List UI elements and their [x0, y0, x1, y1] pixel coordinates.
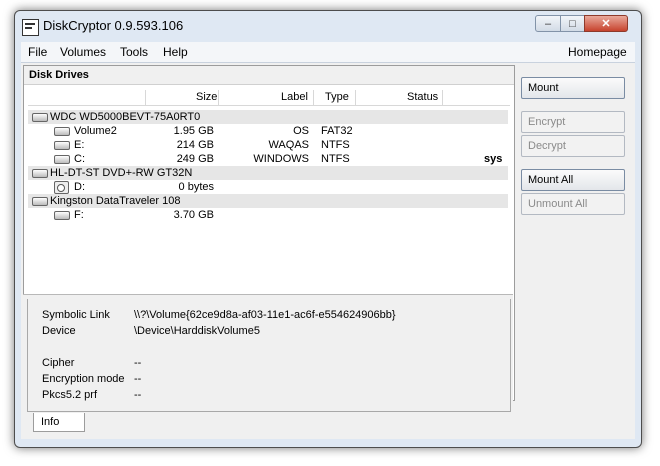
encrypt-button[interactable]: Encrypt — [521, 111, 625, 133]
row-name: D: — [74, 181, 85, 193]
cipher-value: -- — [134, 357, 142, 369]
column-status[interactable]: Status — [407, 91, 438, 103]
row-label: OS — [293, 125, 309, 137]
menu-help[interactable]: Help — [163, 45, 188, 59]
disk-drives-title: Disk Drives — [24, 66, 514, 85]
volume-row-e[interactable]: E: 214 GB WAQAS NTFS — [28, 138, 508, 152]
row-size: 249 GB — [176, 153, 214, 165]
row-size: 214 GB — [176, 139, 214, 151]
row-type: NTFS — [321, 139, 350, 151]
title-bar[interactable]: DiskCryptor 0.9.593.106 – □ ✕ — [15, 11, 641, 41]
hard-disk-icon — [32, 169, 48, 178]
row-status: sys — [484, 153, 503, 165]
cd-drive-icon — [54, 181, 69, 194]
hard-disk-icon — [54, 141, 70, 150]
row-name: E: — [74, 139, 85, 151]
hard-disk-icon — [54, 127, 70, 136]
info-box: Symbolic Link \\?\Volume{62ce9d8a-af03-1… — [27, 299, 511, 412]
volume-row-d[interactable]: D: 0 bytes — [28, 180, 508, 194]
pkcs-value: -- — [134, 389, 142, 401]
row-name: C: — [74, 153, 85, 165]
encryption-mode-label: Encryption mode — [42, 373, 125, 385]
menu-bar: File Volumes Tools Help Homepage — [21, 42, 635, 63]
column-label[interactable]: Label — [281, 91, 308, 103]
row-type: FAT32 — [321, 125, 353, 137]
menu-volumes[interactable]: Volumes — [60, 45, 106, 59]
volume-row-c[interactable]: C: 249 GB WINDOWS NTFS sys — [28, 152, 508, 166]
row-name: HL-DT-ST DVD+-RW GT32N — [50, 167, 193, 179]
menu-tools[interactable]: Tools — [120, 45, 148, 59]
maximize-button[interactable]: □ — [560, 15, 585, 32]
homepage-link[interactable]: Homepage — [568, 45, 627, 59]
cipher-label: Cipher — [42, 357, 75, 369]
decrypt-button[interactable]: Decrypt — [521, 135, 625, 157]
mount-all-button[interactable]: Mount All — [521, 169, 625, 191]
row-label: WINDOWS — [253, 153, 309, 165]
row-name: F: — [74, 209, 84, 221]
hard-disk-icon — [32, 113, 48, 122]
row-size: 1.95 GB — [173, 125, 214, 137]
pkcs-label: Pkcs5.2 prf — [42, 389, 98, 401]
device-label: Device — [42, 325, 76, 337]
row-label: WAQAS — [268, 139, 309, 151]
app-window: DiskCryptor 0.9.593.106 – □ ✕ File Volum… — [14, 10, 642, 448]
tab-info[interactable]: Info — [33, 413, 85, 432]
info-panel: Symbolic Link \\?\Volume{62ce9d8a-af03-1… — [23, 294, 513, 415]
drive-row-kingston[interactable]: Kingston DataTraveler 108 — [28, 194, 508, 208]
app-icon — [22, 19, 39, 36]
symbolic-link-label: Symbolic Link — [42, 309, 110, 321]
volume-row-f[interactable]: F: 3.70 GB — [28, 208, 508, 222]
hard-disk-icon — [32, 197, 48, 206]
drives-column-header: Size Label Type Status — [28, 90, 510, 106]
column-size[interactable]: Size — [196, 91, 217, 103]
row-name: Volume2 — [74, 125, 117, 137]
drive-row-dvd[interactable]: HL-DT-ST DVD+-RW GT32N — [28, 166, 508, 180]
client-area: Disk Drives Size Label Type Status WDC W… — [21, 63, 635, 439]
hard-disk-icon — [54, 155, 70, 164]
row-name: Kingston DataTraveler 108 — [50, 195, 181, 207]
window-title: DiskCryptor 0.9.593.106 — [43, 18, 184, 33]
close-button[interactable]: ✕ — [584, 15, 628, 32]
device-value: \Device\HarddiskVolume5 — [134, 325, 260, 337]
hard-disk-icon — [54, 211, 70, 220]
drive-row-wdc[interactable]: WDC WD5000BEVT-75A0RT0 — [28, 110, 508, 124]
column-type[interactable]: Type — [325, 91, 349, 103]
mount-button[interactable]: Mount — [521, 77, 625, 99]
volume-row-volume2[interactable]: Volume2 1.95 GB OS FAT32 — [28, 124, 508, 138]
row-type: NTFS — [321, 153, 350, 165]
menu-file[interactable]: File — [28, 45, 47, 59]
minimize-button[interactable]: – — [535, 15, 561, 32]
symbolic-link-value: \\?\Volume{62ce9d8a-af03-11e1-ac6f-e5546… — [134, 309, 396, 321]
row-size: 3.70 GB — [173, 209, 214, 221]
unmount-all-button[interactable]: Unmount All — [521, 193, 625, 215]
encryption-mode-value: -- — [134, 373, 142, 385]
row-size: 0 bytes — [178, 181, 214, 193]
row-name: WDC WD5000BEVT-75A0RT0 — [50, 111, 201, 123]
